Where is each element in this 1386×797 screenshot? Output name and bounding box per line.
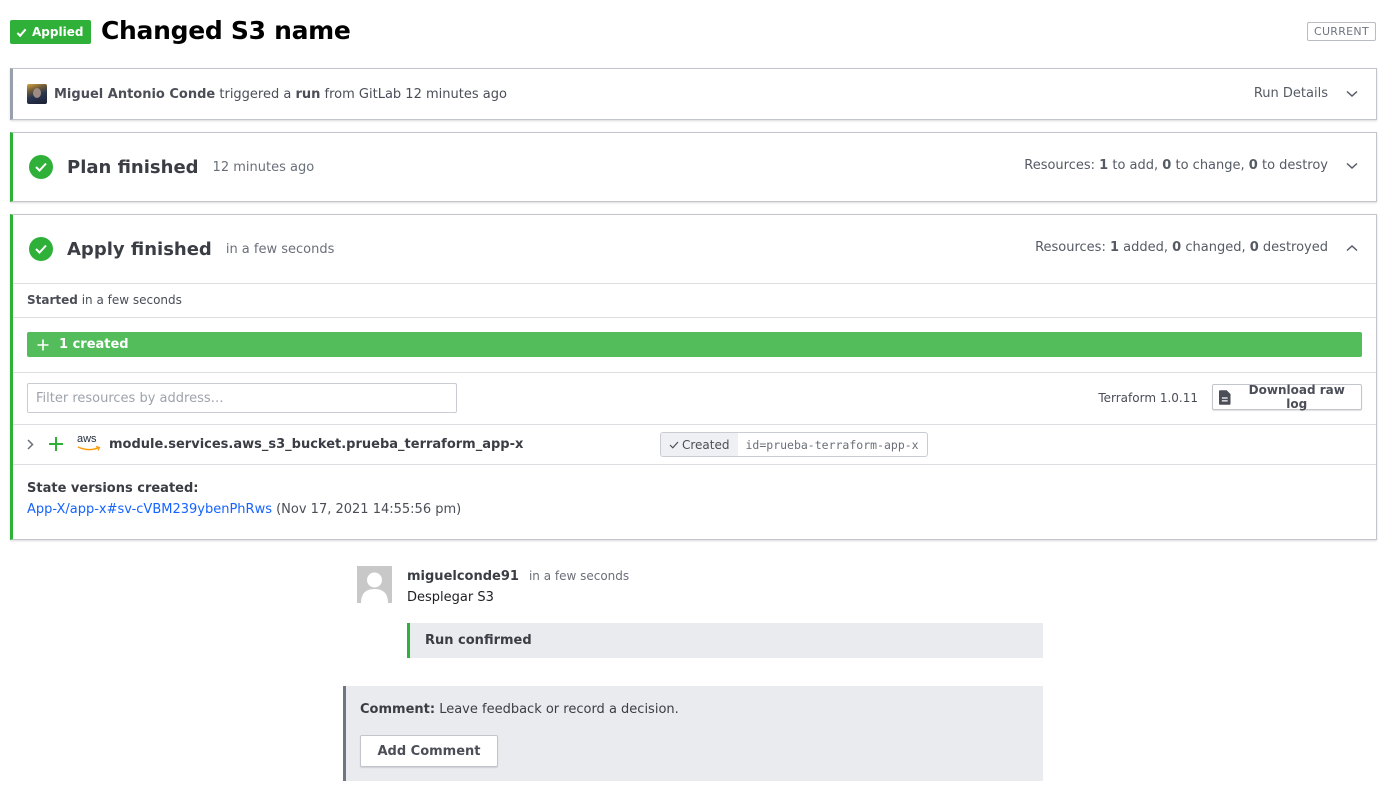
apply-time: in a few seconds [225, 241, 335, 257]
started-label: Started [27, 293, 78, 307]
added-count: 1 [1109, 240, 1120, 255]
provider-label: aws [77, 433, 97, 445]
apply-started-row: Started in a few seconds [13, 284, 1376, 318]
run-confirmed-event: Run confirmed [407, 623, 1043, 658]
add-count: 1 [1099, 158, 1109, 173]
add-comment-box: Comment: Leave feedback or record a deci… [343, 686, 1043, 781]
run-details-label[interactable]: Run Details [1254, 86, 1328, 101]
state-versions-title: State versions created: [27, 481, 199, 496]
destroyed-label: destroyed [1262, 240, 1328, 255]
default-avatar-icon [357, 566, 392, 603]
check-circle-icon [29, 237, 53, 261]
trigger-run-word: run [295, 86, 321, 102]
aws-logo-icon: aws [77, 433, 101, 453]
comment-user: miguelconde91 [407, 569, 519, 584]
status-text: Created [682, 437, 730, 452]
state-version-date: (Nov 17, 2021 14:55:56 pm) [276, 502, 462, 517]
check-icon [16, 28, 27, 37]
resource-status-label: Created [661, 433, 738, 456]
filter-resources-input[interactable] [27, 383, 457, 413]
plus-icon [49, 437, 63, 451]
resource-id: id=prueba-terraform-app-x [745, 437, 919, 452]
resources-prefix: Resources: [1035, 240, 1106, 255]
apply-header: Apply finished in a few seconds [29, 237, 334, 261]
download-raw-log-button[interactable]: Download raw log [1212, 383, 1362, 411]
check-circle-icon [29, 155, 53, 179]
chevron-down-icon[interactable] [1346, 90, 1358, 98]
destroy-label: to destroy [1261, 158, 1328, 173]
chevron-right-icon[interactable] [27, 438, 34, 450]
run-trigger-card[interactable]: Miguel Antonio Conde triggered a run fro… [10, 68, 1377, 120]
current-badge: CURRENT [1306, 22, 1376, 41]
state-versions-section: State versions created: App-X/app-x#sv-c… [27, 481, 461, 517]
created-summary-bar[interactable]: 1 created [27, 332, 1362, 357]
created-summary-label: 1 created [59, 337, 129, 352]
plan-title: Plan finished [67, 156, 199, 178]
changed-label: changed, [1185, 240, 1246, 255]
plan-header: Plan finished 12 minutes ago [29, 155, 314, 179]
page-title: Changed S3 name [101, 16, 351, 45]
resources-prefix: Resources: [1024, 158, 1096, 173]
plan-card[interactable]: Plan finished 12 minutes ago Resources: … [10, 132, 1377, 202]
status-badge: Applied [10, 20, 92, 44]
apply-title: Apply finished [67, 238, 212, 260]
apply-toggle[interactable]: Resources: 1 added, 0 changed, 0 destroy… [1035, 240, 1358, 255]
created-summary-row: 1 created [13, 318, 1376, 373]
apply-resources-summary: Resources: 1 added, 0 changed, 0 destroy… [1035, 240, 1328, 255]
comment-time: in a few seconds [528, 569, 630, 583]
file-icon [1219, 389, 1231, 405]
plan-toggle[interactable]: Resources: 1 to add, 0 to change, 0 to d… [1024, 158, 1358, 173]
chevron-down-icon[interactable] [1346, 162, 1358, 170]
comment-meta: miguelconde91 in a few seconds [407, 569, 629, 584]
filter-row: Terraform 1.0.11 Download raw log [13, 373, 1376, 425]
change-label: to change, [1175, 158, 1245, 173]
trigger-source: from GitLab 12 minutes ago [324, 86, 507, 102]
chevron-up-icon[interactable] [1346, 244, 1358, 252]
trigger-text: triggered a [219, 86, 292, 102]
run-header: Applied Changed S3 name CURRENT [10, 16, 1376, 49]
state-version-link[interactable]: App-X/app-x#sv-cVBM239ybenPhRws [27, 502, 272, 517]
resource-row[interactable]: aws module.services.aws_s3_bucket.prueba… [13, 425, 1376, 465]
plan-time: 12 minutes ago [212, 159, 315, 175]
plan-resources-summary: Resources: 1 to add, 0 to change, 0 to d… [1024, 158, 1328, 173]
comment-label: Comment: [360, 702, 436, 717]
check-icon [669, 441, 679, 449]
change-count: 0 [1162, 158, 1172, 173]
apply-card: Apply finished in a few seconds Resource… [10, 214, 1377, 540]
add-comment-button[interactable]: Add Comment [360, 735, 498, 767]
resource-info: aws module.services.aws_s3_bucket.prueba… [27, 433, 524, 453]
started-time: in a few seconds [81, 293, 182, 307]
added-label: added, [1123, 240, 1169, 255]
download-raw-log-label: Download raw log [1248, 383, 1345, 411]
trigger-summary: Miguel Antonio Conde triggered a run fro… [27, 84, 507, 104]
add-comment-prompt: Comment: Leave feedback or record a deci… [360, 702, 679, 717]
plus-icon [37, 339, 49, 350]
resource-status: Created id=prueba-terraform-app-x [660, 432, 928, 457]
resource-address: module.services.aws_s3_bucket.prueba_ter… [109, 436, 524, 452]
comment-body: Desplegar S3 [407, 590, 494, 605]
trigger-user: Miguel Antonio Conde [54, 86, 216, 102]
terraform-version: Terraform 1.0.11 [1098, 391, 1198, 405]
add-label: to add, [1112, 158, 1159, 173]
destroyed-count: 0 [1249, 240, 1259, 255]
comment-hint: Leave feedback or record a decision. [439, 702, 679, 717]
avatar [27, 84, 47, 104]
destroy-count: 0 [1248, 158, 1258, 173]
status-badge-label: Applied [32, 25, 84, 39]
apply-header-row[interactable]: Apply finished in a few seconds Resource… [13, 215, 1376, 284]
changed-count: 0 [1172, 240, 1182, 255]
run-details-toggle[interactable]: Run Details [1254, 86, 1358, 101]
